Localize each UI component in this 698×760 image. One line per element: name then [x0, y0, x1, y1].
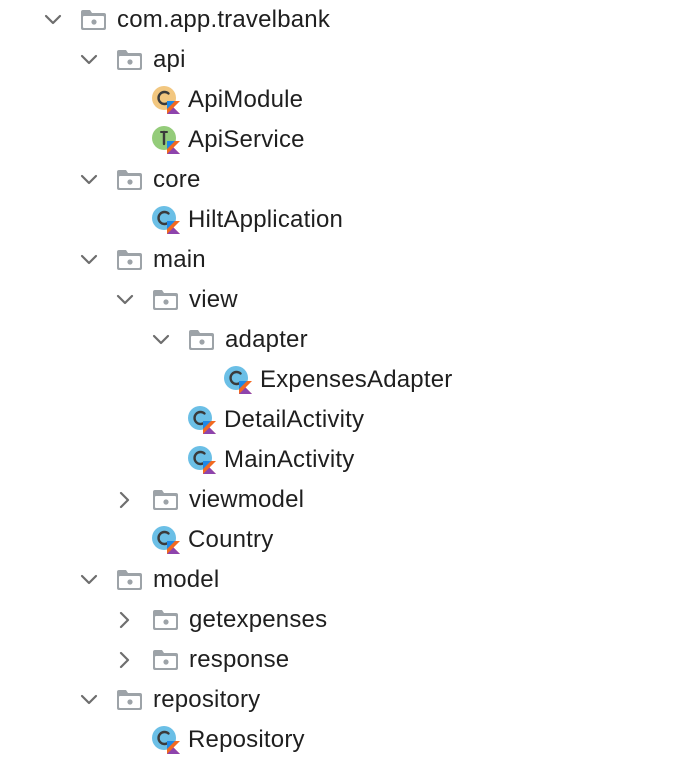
- tree-node-label: response: [189, 646, 290, 673]
- tree-node-country[interactable]: Country: [0, 520, 698, 560]
- tree-node-main[interactable]: main: [0, 240, 698, 280]
- chevron-down-icon[interactable]: [151, 330, 171, 350]
- tree-node-label: view: [189, 286, 238, 313]
- tree-node-label: com.app.travelbank: [117, 6, 331, 33]
- package-folder-icon: [80, 9, 107, 31]
- tree-node-label: repository: [153, 686, 261, 713]
- package-folder-icon: [116, 249, 143, 271]
- tree-node-mainactivity[interactable]: MainActivity: [0, 440, 698, 480]
- kotlin-class-icon: [187, 445, 217, 475]
- tree-node-repository[interactable]: repository: [0, 680, 698, 720]
- tree-node-label: ApiModule: [188, 86, 304, 113]
- tree-node-response[interactable]: response: [0, 640, 698, 680]
- tree-node-label: core: [153, 166, 201, 193]
- package-folder-icon: [116, 569, 143, 591]
- tree-node-core[interactable]: core: [0, 160, 698, 200]
- tree-node-label: api: [153, 46, 186, 73]
- package-folder-icon: [152, 289, 179, 311]
- project-tree: com.app.travelbank api ApiModule ApiServ…: [0, 0, 698, 760]
- tree-node-com-app-travelbank[interactable]: com.app.travelbank: [0, 0, 698, 40]
- tree-node-api[interactable]: api: [0, 40, 698, 80]
- kotlin-object-icon: [151, 85, 181, 115]
- tree-node-label: ExpensesAdapter: [260, 366, 453, 393]
- tree-node-label: viewmodel: [189, 486, 305, 513]
- tree-node-adapter[interactable]: adapter: [0, 320, 698, 360]
- tree-node-viewmodel[interactable]: viewmodel: [0, 480, 698, 520]
- package-folder-icon: [152, 649, 179, 671]
- tree-node-apimodule[interactable]: ApiModule: [0, 80, 698, 120]
- tree-node-label: MainActivity: [224, 446, 355, 473]
- chevron-down-icon[interactable]: [79, 570, 99, 590]
- package-folder-icon: [116, 689, 143, 711]
- kotlin-class-icon: [151, 525, 181, 555]
- chevron-down-icon[interactable]: [79, 170, 99, 190]
- chevron-down-icon[interactable]: [115, 290, 135, 310]
- tree-node-label: getexpenses: [189, 606, 328, 633]
- chevron-down-icon[interactable]: [79, 250, 99, 270]
- tree-node-label: DetailActivity: [224, 406, 365, 433]
- kotlin-interface-icon: [151, 125, 181, 155]
- package-folder-icon: [188, 329, 215, 351]
- tree-node-hiltapplication[interactable]: HiltApplication: [0, 200, 698, 240]
- package-folder-icon: [116, 169, 143, 191]
- chevron-right-icon[interactable]: [115, 490, 135, 510]
- tree-node-getexpenses[interactable]: getexpenses: [0, 600, 698, 640]
- tree-node-model[interactable]: model: [0, 560, 698, 600]
- package-folder-icon: [152, 489, 179, 511]
- package-folder-icon: [152, 609, 179, 631]
- chevron-right-icon[interactable]: [115, 650, 135, 670]
- package-folder-icon: [116, 49, 143, 71]
- tree-node-label: ApiService: [188, 126, 305, 153]
- chevron-right-icon[interactable]: [115, 610, 135, 630]
- tree-node-apiservice[interactable]: ApiService: [0, 120, 698, 160]
- tree-node-label: model: [153, 566, 220, 593]
- tree-node-label: Country: [188, 526, 274, 553]
- tree-node-label: main: [153, 246, 206, 273]
- tree-node-detailactivity[interactable]: DetailActivity: [0, 400, 698, 440]
- tree-node-label: HiltApplication: [188, 206, 344, 233]
- tree-node-view[interactable]: view: [0, 280, 698, 320]
- kotlin-class-icon: [151, 205, 181, 235]
- kotlin-class-icon: [223, 365, 253, 395]
- tree-node-repository-class[interactable]: Repository: [0, 720, 698, 760]
- kotlin-class-icon: [151, 725, 181, 755]
- kotlin-class-icon: [187, 405, 217, 435]
- chevron-down-icon[interactable]: [79, 690, 99, 710]
- tree-node-label: Repository: [188, 726, 305, 753]
- chevron-down-icon[interactable]: [79, 50, 99, 70]
- tree-node-label: adapter: [225, 326, 308, 353]
- chevron-down-icon[interactable]: [43, 10, 63, 30]
- tree-node-expensesadapter[interactable]: ExpensesAdapter: [0, 360, 698, 400]
